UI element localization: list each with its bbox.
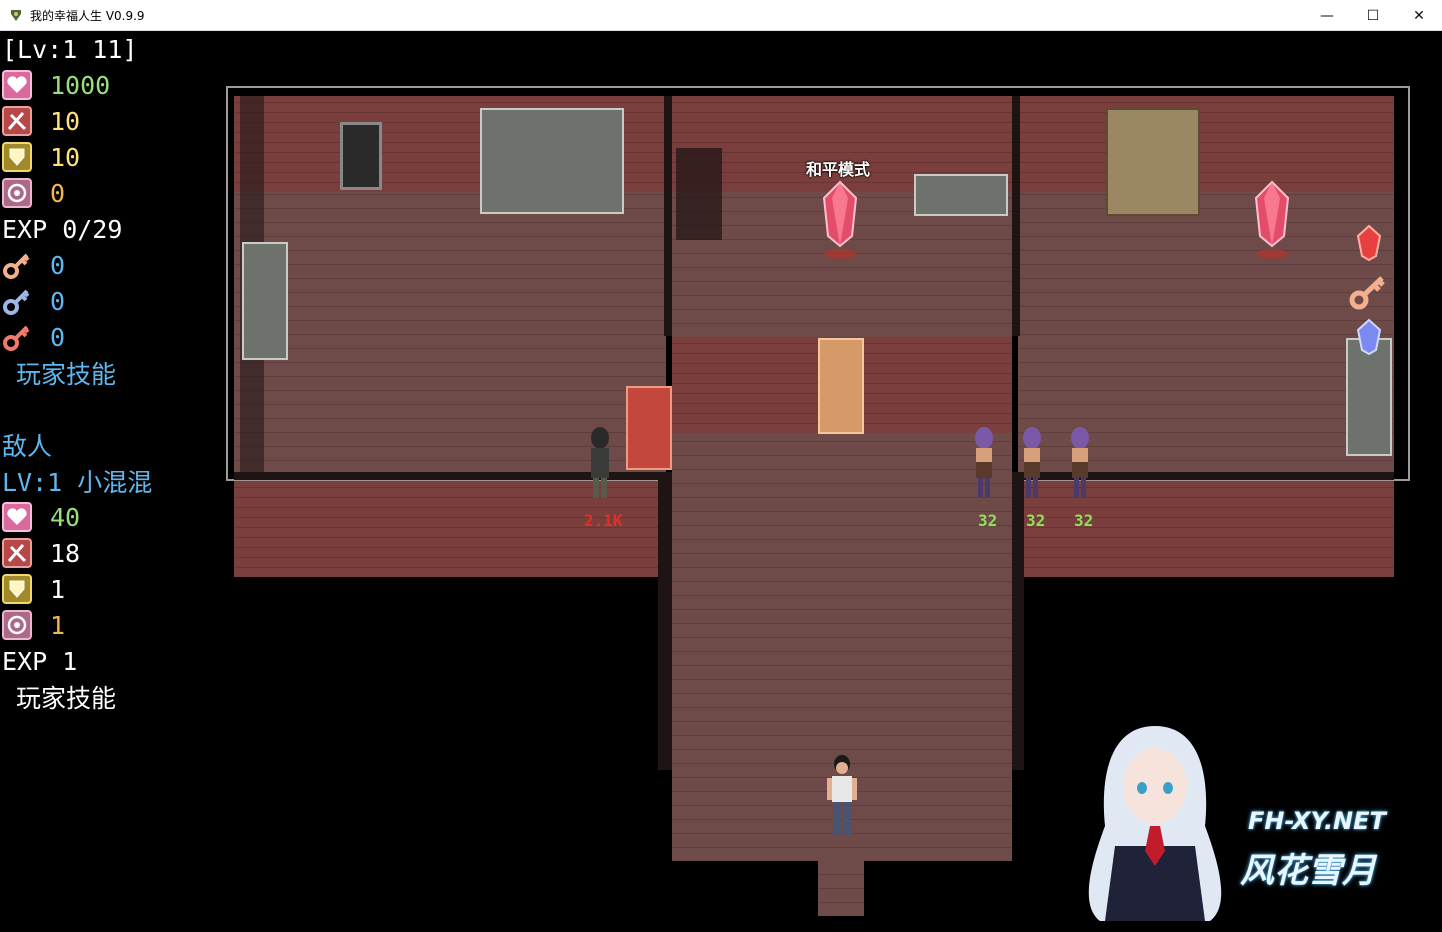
maximize-icon: ☐ bbox=[1366, 7, 1380, 24]
player-exp: EXP 0/29 bbox=[2, 214, 123, 244]
enemy-magic-row: 1 bbox=[2, 607, 65, 643]
thug-enemy-sprite[interactable] bbox=[1068, 426, 1092, 502]
corridor-wall-right bbox=[1012, 480, 1024, 770]
player-magic-row: 0 bbox=[2, 175, 65, 211]
minimize-button[interactable]: — bbox=[1304, 0, 1350, 31]
player-hp-row: 1000 bbox=[2, 67, 110, 103]
close-button[interactable]: ✕ bbox=[1396, 0, 1442, 31]
watermark-name: 风花雪月 bbox=[1240, 851, 1376, 891]
enemy-skill-label: 玩家技能 bbox=[16, 684, 117, 713]
heart-icon bbox=[2, 70, 32, 100]
enemy-defense-row: 1 bbox=[2, 571, 65, 607]
heart-icon bbox=[2, 502, 32, 532]
mascot-watermark-image bbox=[1088, 726, 1222, 921]
red-gem-icon[interactable] bbox=[1356, 224, 1382, 262]
enemy-attack-row: 18 bbox=[2, 535, 80, 571]
key-row-1: 0 bbox=[2, 247, 65, 283]
enemy-defense-value: 1 bbox=[50, 574, 66, 604]
player-attack-value: 10 bbox=[50, 106, 81, 136]
filing-cabinet-left bbox=[242, 242, 288, 360]
boss-damage-label: 2.1K bbox=[584, 511, 623, 530]
thug-damage-label-1: 32 bbox=[978, 511, 998, 530]
wooden-dresser bbox=[1106, 108, 1200, 216]
wall-right-room bbox=[1018, 96, 1394, 192]
player-magic-value: 0 bbox=[50, 178, 66, 208]
enemy-attack-value: 18 bbox=[50, 538, 81, 568]
player-defense-row: 10 bbox=[2, 139, 80, 175]
player-attack-row: 10 bbox=[2, 103, 80, 139]
orange-ornate-door[interactable] bbox=[818, 338, 864, 434]
floor-exit bbox=[818, 861, 864, 916]
key-icon bbox=[2, 322, 32, 352]
stairs[interactable] bbox=[676, 148, 722, 240]
close-icon: ✕ bbox=[1413, 7, 1425, 24]
room-divider-right bbox=[1012, 96, 1020, 336]
locker-cabinet bbox=[480, 108, 624, 214]
player-skill-button[interactable]: 玩家技能 bbox=[16, 355, 116, 391]
key-count-3: 0 bbox=[50, 322, 66, 352]
boss-enemy-sprite[interactable] bbox=[586, 426, 614, 502]
blue-gem-icon[interactable] bbox=[1356, 318, 1382, 356]
player-character-sprite[interactable] bbox=[824, 754, 860, 842]
game-canvas[interactable]: [Lv:1 11] 1000 10 10 0 EXP 0/29 0 0 0 玩家… bbox=[0, 31, 1442, 932]
app-icon bbox=[11, 10, 21, 21]
magic-orb-icon bbox=[2, 610, 32, 640]
key-icon bbox=[2, 250, 32, 280]
enemy-magic-value: 1 bbox=[50, 610, 66, 640]
enemy-hp-value: 40 bbox=[50, 502, 81, 532]
player-hp-value: 1000 bbox=[50, 70, 111, 100]
watermark-url: FH-XY.NET bbox=[1248, 807, 1386, 835]
shield-icon bbox=[2, 142, 32, 172]
key-row-2: 0 bbox=[2, 283, 65, 319]
mode-label: 和平模式 bbox=[806, 160, 871, 179]
shield-icon bbox=[2, 574, 32, 604]
room-divider-left bbox=[664, 96, 672, 336]
player-level: [Lv:1 11] bbox=[2, 34, 138, 64]
metal-door[interactable] bbox=[340, 122, 382, 190]
key-count-1: 0 bbox=[50, 250, 66, 280]
enemy-header: 敌人 bbox=[2, 432, 53, 461]
enemy-hp-row: 40 bbox=[2, 499, 80, 535]
sword-icon bbox=[2, 106, 32, 136]
save-crystal-icon[interactable] bbox=[822, 180, 858, 260]
window-title: 我的幸福人生 V0.9.9 bbox=[30, 9, 145, 23]
key-item-icon[interactable] bbox=[1348, 272, 1388, 312]
thug-damage-label-3: 32 bbox=[1074, 511, 1094, 530]
save-crystal-icon[interactable] bbox=[1254, 180, 1290, 260]
thug-enemy-sprite[interactable] bbox=[972, 426, 996, 502]
key-row-3: 0 bbox=[2, 319, 65, 355]
counter-shelf bbox=[914, 174, 1008, 216]
enemy-name-level: LV:1 小混混 bbox=[2, 468, 153, 497]
sword-icon bbox=[2, 538, 32, 568]
status-hud: [Lv:1 11] 1000 10 10 0 EXP 0/29 0 0 0 玩家… bbox=[0, 31, 220, 731]
red-ornate-door[interactable] bbox=[626, 386, 672, 470]
key-icon bbox=[2, 286, 32, 316]
minimize-icon: — bbox=[1320, 7, 1334, 24]
magic-orb-icon bbox=[2, 178, 32, 208]
corridor-wall-left bbox=[658, 480, 672, 770]
player-defense-value: 10 bbox=[50, 142, 81, 172]
window-titlebar: 我的幸福人生 V0.9.9 — ☐ ✕ bbox=[0, 0, 1442, 31]
maximize-button[interactable]: ☐ bbox=[1350, 0, 1396, 31]
thug-enemy-sprite[interactable] bbox=[1020, 426, 1044, 502]
key-count-2: 0 bbox=[50, 286, 66, 316]
thug-damage-label-2: 32 bbox=[1026, 511, 1046, 530]
enemy-exp: EXP 1 bbox=[2, 646, 78, 676]
